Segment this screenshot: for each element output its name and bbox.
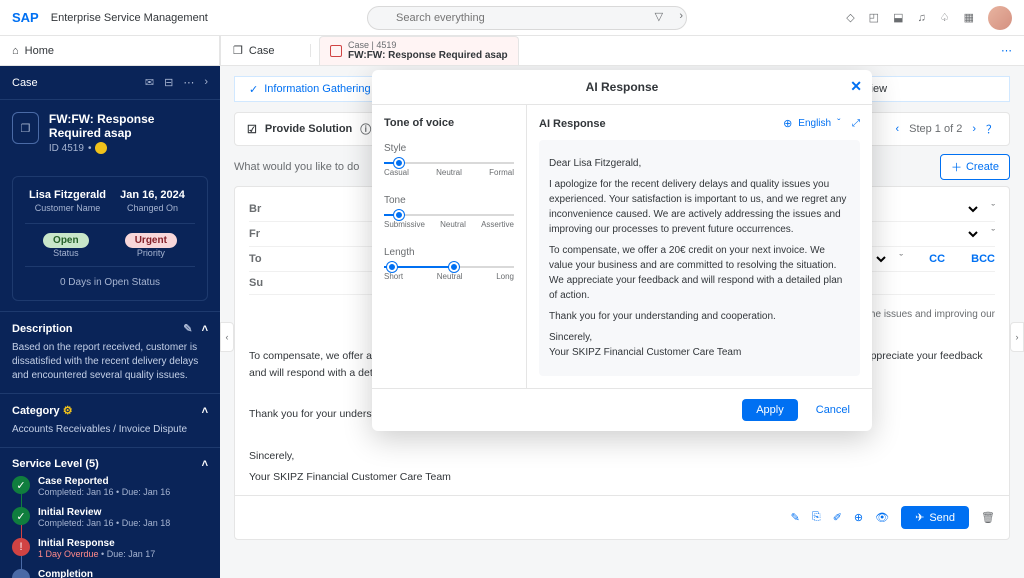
edit-icon: ✎ — [183, 323, 192, 335]
description-section[interactable]: Description✎ ˄ — [12, 322, 208, 335]
sentiment-icon — [95, 142, 107, 154]
modal-title: AI Response — [586, 80, 659, 94]
hint-icon[interactable]: ◇ — [846, 11, 854, 24]
apply-button[interactable]: Apply — [742, 399, 798, 421]
notification-icon[interactable]: ♤ — [940, 11, 950, 24]
status-badge: Open — [43, 233, 89, 248]
ai-response-modal: AI Response ✕ Tone of voice Style Casual… — [372, 70, 872, 431]
tab-case-active[interactable]: Case | 4519 FW:FW: Response Required asa… — [319, 36, 519, 66]
ai-response-body: Dear Lisa Fitzgerald, I apologize for th… — [539, 140, 860, 376]
service-level-section[interactable]: Service Level (5)˄ — [12, 458, 208, 470]
more-icon[interactable]: ⋯ — [1001, 44, 1024, 57]
sl-item: Completion — [12, 569, 208, 578]
style-slider[interactable]: Style CasualNeutralFormal — [384, 143, 514, 177]
category-section[interactable]: Category ⚙˄ — [12, 404, 208, 417]
tab-home[interactable]: ⌂ Home — [0, 36, 220, 66]
filter-icon[interactable]: ▽ — [655, 10, 663, 23]
changed-value: Jan 16, 2024 — [110, 189, 195, 201]
sap-logo: SAP — [12, 10, 39, 25]
apps-icon[interactable]: ▦ — [964, 11, 974, 24]
tone-heading: Tone of voice — [384, 117, 514, 129]
case-heading: Case — [12, 77, 38, 89]
tab-case-nav[interactable]: ❐ Case — [221, 44, 311, 57]
flow-icon[interactable]: ⊟ — [164, 76, 173, 89]
ai-heading: AI Response — [539, 118, 606, 130]
headset-icon[interactable]: ♫ — [917, 12, 925, 24]
sl-item: ! Initial Response1 Day Overdue • Due: J… — [12, 538, 208, 559]
case-icon: ❐ — [12, 112, 39, 144]
priority-badge: Urgent — [125, 233, 177, 248]
sl-item: ✓ Initial ReviewCompleted: Jan 16 • Due:… — [12, 507, 208, 528]
days-open: 0 Days in Open Status — [25, 266, 195, 288]
length-slider[interactable]: Length ShortNeutralLong — [384, 247, 514, 281]
envelope-icon[interactable]: ✉ — [145, 76, 154, 89]
expand-icon: ⤢ — [852, 118, 860, 129]
download-icon[interactable]: ⬓ — [893, 11, 903, 24]
cancel-button[interactable]: Cancel — [808, 399, 858, 421]
close-icon[interactable]: ✕ — [850, 78, 862, 95]
sl-item: ✓ Case ReportedCompleted: Jan 16 • Due: … — [12, 476, 208, 497]
tone-slider[interactable]: Tone SubmissiveNeutralAssertive — [384, 195, 514, 229]
customer-value: Lisa Fitzgerald — [25, 189, 110, 201]
app-title: Enterprise Service Management — [51, 12, 208, 24]
changed-label: Changed On — [110, 203, 195, 213]
bulb-icon: ⚙ — [63, 405, 73, 417]
inbox-icon[interactable]: ◰ — [869, 11, 879, 24]
language-select[interactable]: ⊕English ˇ ⤢ — [783, 117, 860, 130]
search-input[interactable] — [367, 6, 687, 30]
customer-label: Customer Name — [25, 203, 110, 213]
avatar[interactable] — [988, 6, 1012, 30]
dots-icon[interactable]: ⋯ — [183, 76, 194, 89]
search-submit-icon[interactable]: › — [679, 10, 683, 22]
chevron-right-icon[interactable]: › — [204, 76, 208, 89]
case-title: FW:FW: Response Required asap — [49, 112, 208, 140]
globe-icon: ⊕ — [783, 117, 792, 130]
